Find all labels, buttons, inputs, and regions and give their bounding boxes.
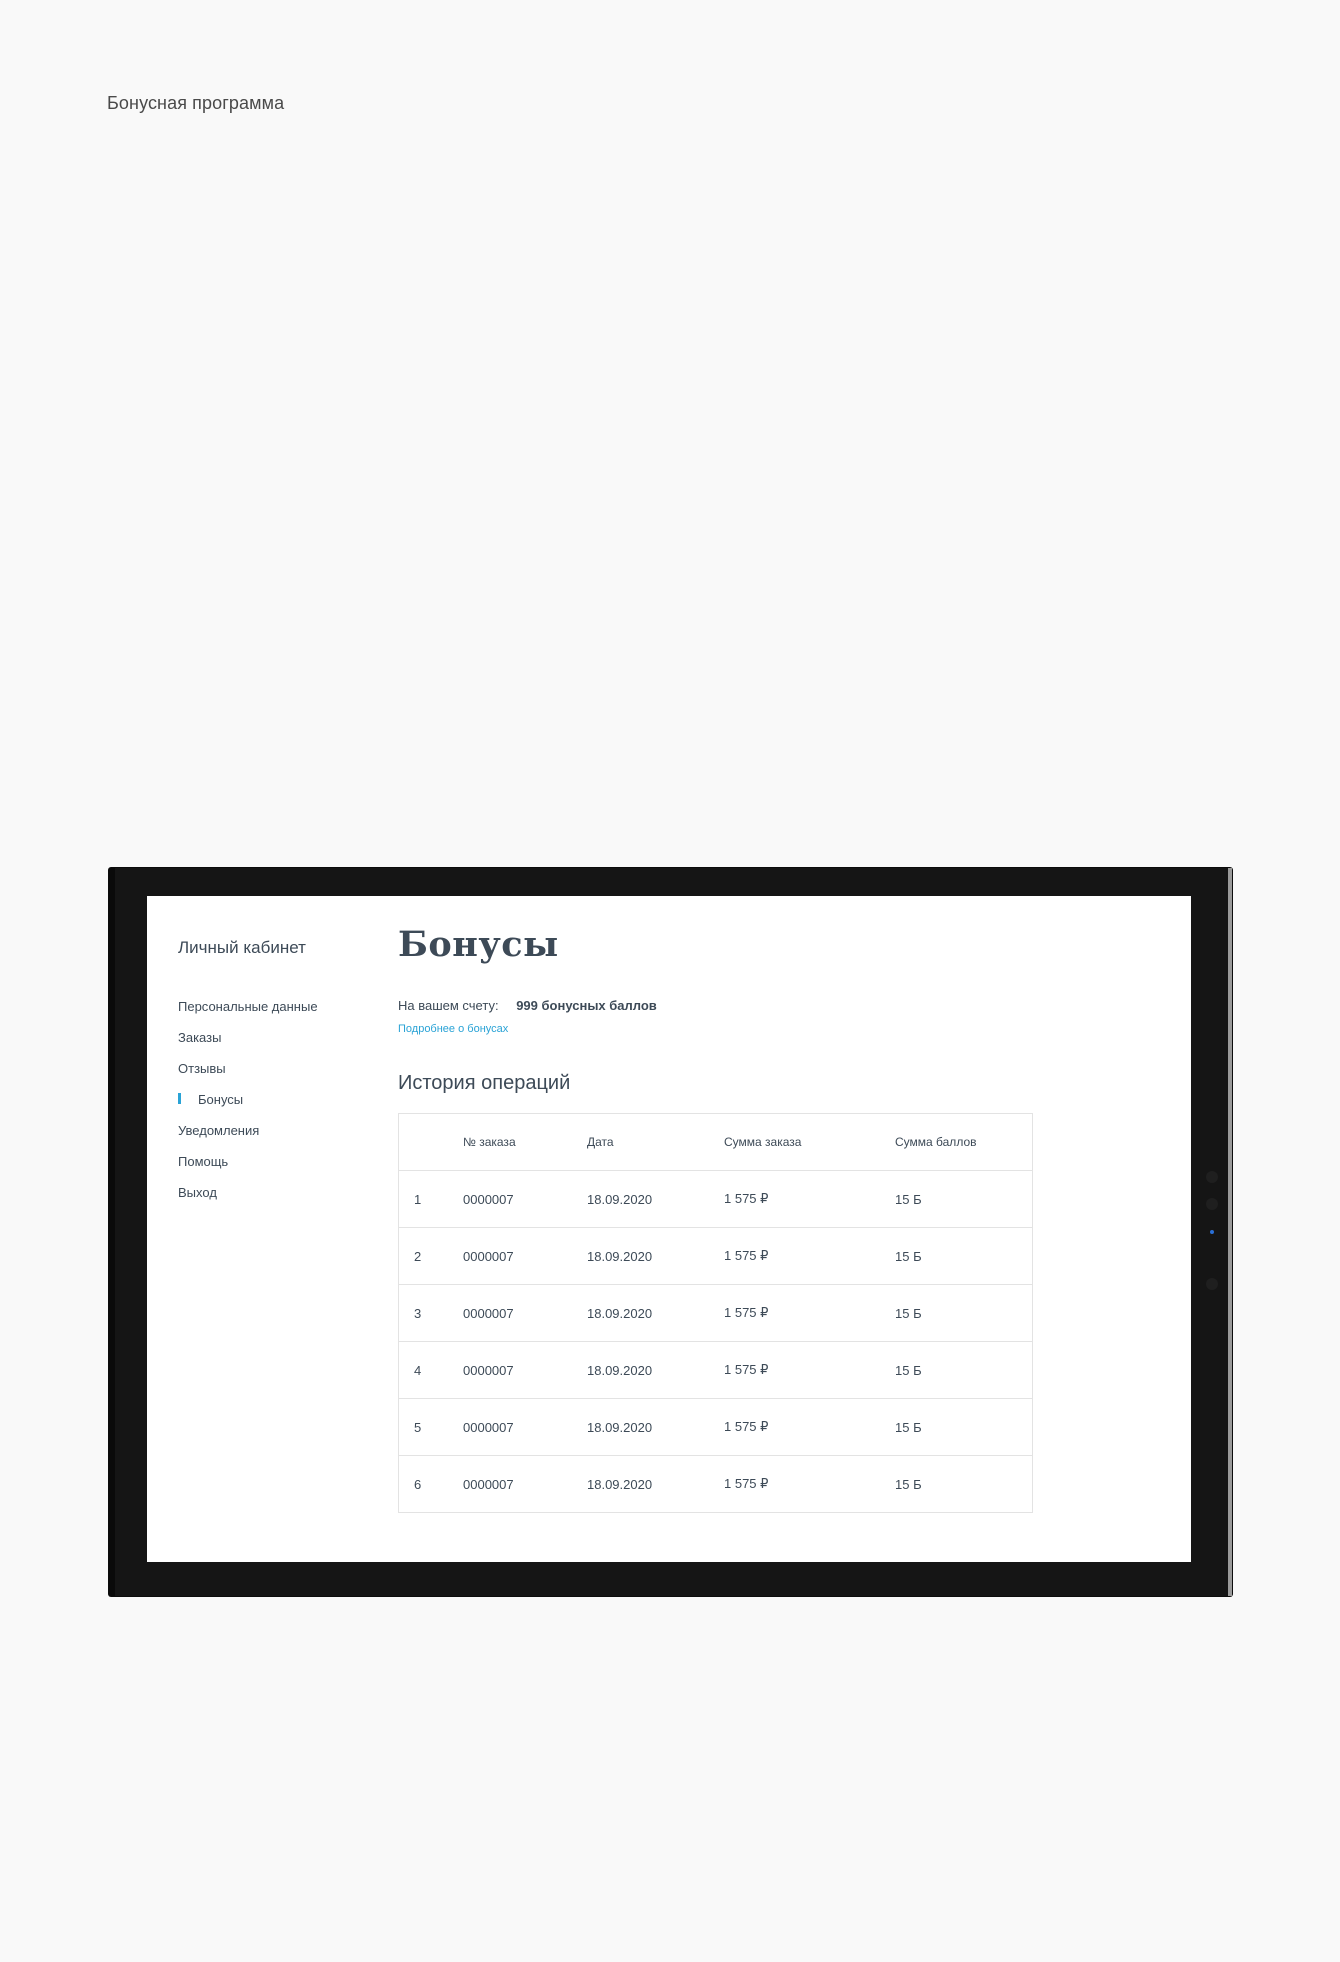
sidebar-item-label: Бонусы bbox=[198, 1092, 244, 1107]
balance-label: На вашем счету: bbox=[398, 998, 499, 1013]
table-row: 4 0000007 18.09.2020 1 575 ₽ 15 Б bbox=[398, 1341, 1033, 1399]
header-order-sum: Сумма заказа bbox=[724, 1113, 895, 1171]
page-caption: Бонусная программа bbox=[107, 93, 285, 113]
history-table: № заказа Дата Сумма заказа Сумма баллов … bbox=[398, 1113, 1033, 1513]
cell-order-number: 0000007 bbox=[463, 1227, 587, 1285]
device-led-icon bbox=[1210, 1230, 1214, 1234]
cell-index: 3 bbox=[398, 1284, 463, 1342]
header-order-number: № заказа bbox=[463, 1113, 587, 1171]
device-edge-right bbox=[1228, 868, 1232, 1596]
header-date: Дата bbox=[587, 1113, 724, 1171]
cell-order-number: 0000007 bbox=[463, 1170, 587, 1228]
table-row: 5 0000007 18.09.2020 1 575 ₽ 15 Б bbox=[398, 1398, 1033, 1456]
sidebar-item-label: Помощь bbox=[178, 1154, 229, 1169]
cell-date: 18.09.2020 bbox=[587, 1476, 653, 1492]
device-button-icon bbox=[1206, 1171, 1218, 1183]
device-button-icon bbox=[1206, 1278, 1218, 1290]
sidebar-item-label: Уведомления bbox=[178, 1123, 260, 1138]
cell-date: 18.09.2020 bbox=[587, 1398, 724, 1456]
cell-order-number: 0000007 bbox=[463, 1284, 587, 1342]
cell-order-number: 0000007 bbox=[463, 1398, 587, 1456]
sidebar-item-help[interactable]: Помощь bbox=[178, 1154, 318, 1185]
table-row: 1 0000007 18.09.2020 1 575 ₽ 15 Б bbox=[398, 1170, 1033, 1228]
sidebar-item-orders[interactable]: Заказы bbox=[178, 1030, 318, 1061]
cell-order-sum: 1 575 ₽ bbox=[724, 1476, 769, 1491]
bonus-details-link[interactable]: Подробнее о бонусах bbox=[398, 1023, 508, 1035]
sidebar-item-label: Персональные данные bbox=[178, 999, 318, 1014]
header-points-sum: Сумма баллов bbox=[895, 1113, 1033, 1171]
cell-order-number: 0000007 bbox=[463, 1476, 514, 1492]
device-edge-left bbox=[109, 868, 115, 1596]
cell-points-sum: 15 Б bbox=[895, 1341, 1033, 1399]
balance-row: На вашем счету: 999 бонусных баллов bbox=[398, 998, 657, 1013]
cell-points-sum: 15 Б bbox=[895, 1476, 922, 1492]
history-title: История операций bbox=[398, 1072, 571, 1094]
sidebar-item-logout[interactable]: Выход bbox=[178, 1185, 318, 1216]
cell-points-sum: 15 Б bbox=[895, 1227, 1033, 1285]
sidebar-item-notifications[interactable]: Уведомления bbox=[178, 1123, 318, 1154]
cell-order-sum: 1 575 ₽ bbox=[724, 1341, 895, 1399]
cell-date: 18.09.2020 bbox=[587, 1170, 724, 1228]
cell-order-sum: 1 575 ₽ bbox=[724, 1170, 895, 1228]
cell-date: 18.09.2020 bbox=[587, 1284, 724, 1342]
table-row: 6 0000007 18.09.2020 1 575 ₽ 15 Б bbox=[399, 1456, 1033, 1513]
page-title: Бонусы bbox=[398, 924, 559, 965]
cell-points-sum: 15 Б bbox=[895, 1284, 1033, 1342]
balance-value: 999 бонусных баллов bbox=[516, 998, 657, 1013]
device-button-icon bbox=[1206, 1198, 1218, 1210]
cell-points-sum: 15 Б bbox=[895, 1170, 1033, 1228]
cell-index: 2 bbox=[398, 1227, 463, 1285]
sidebar-item-bonuses[interactable]: Бонусы bbox=[178, 1092, 318, 1123]
table-row: 3 0000007 18.09.2020 1 575 ₽ 15 Б bbox=[398, 1284, 1033, 1342]
cell-index: 5 bbox=[398, 1398, 463, 1456]
active-marker-icon bbox=[178, 1093, 181, 1104]
cell-order-sum: 1 575 ₽ bbox=[724, 1284, 895, 1342]
sidebar-item-label: Заказы bbox=[178, 1030, 222, 1045]
cell-index: 1 bbox=[398, 1170, 463, 1228]
table-row: 2 0000007 18.09.2020 1 575 ₽ 15 Б bbox=[398, 1227, 1033, 1285]
cell-date: 18.09.2020 bbox=[587, 1227, 724, 1285]
sidebar-item-label: Отзывы bbox=[178, 1061, 226, 1076]
cell-points-sum: 15 Б bbox=[895, 1398, 1033, 1456]
sidebar-item-reviews[interactable]: Отзывы bbox=[178, 1061, 318, 1092]
device-frame: Личный кабинет Персональные данные Заказ… bbox=[109, 868, 1232, 1596]
sidebar-item-personal-data[interactable]: Персональные данные bbox=[178, 999, 318, 1030]
cell-date: 18.09.2020 bbox=[587, 1341, 724, 1399]
cell-index: 4 bbox=[398, 1341, 463, 1399]
cell-order-sum: 1 575 ₽ bbox=[724, 1398, 895, 1456]
app-screen: Личный кабинет Персональные данные Заказ… bbox=[147, 896, 1191, 1562]
sidebar-menu: Персональные данные Заказы Отзывы Бонусы… bbox=[178, 999, 318, 1216]
cell-index: 6 bbox=[414, 1476, 422, 1492]
header-index bbox=[398, 1113, 463, 1171]
cell-order-number: 0000007 bbox=[463, 1341, 587, 1399]
table-header-row: № заказа Дата Сумма заказа Сумма баллов bbox=[398, 1113, 1033, 1171]
sidebar-title: Личный кабинет bbox=[178, 938, 306, 957]
sidebar-item-label: Выход bbox=[178, 1185, 217, 1200]
cell-order-sum: 1 575 ₽ bbox=[724, 1227, 895, 1285]
